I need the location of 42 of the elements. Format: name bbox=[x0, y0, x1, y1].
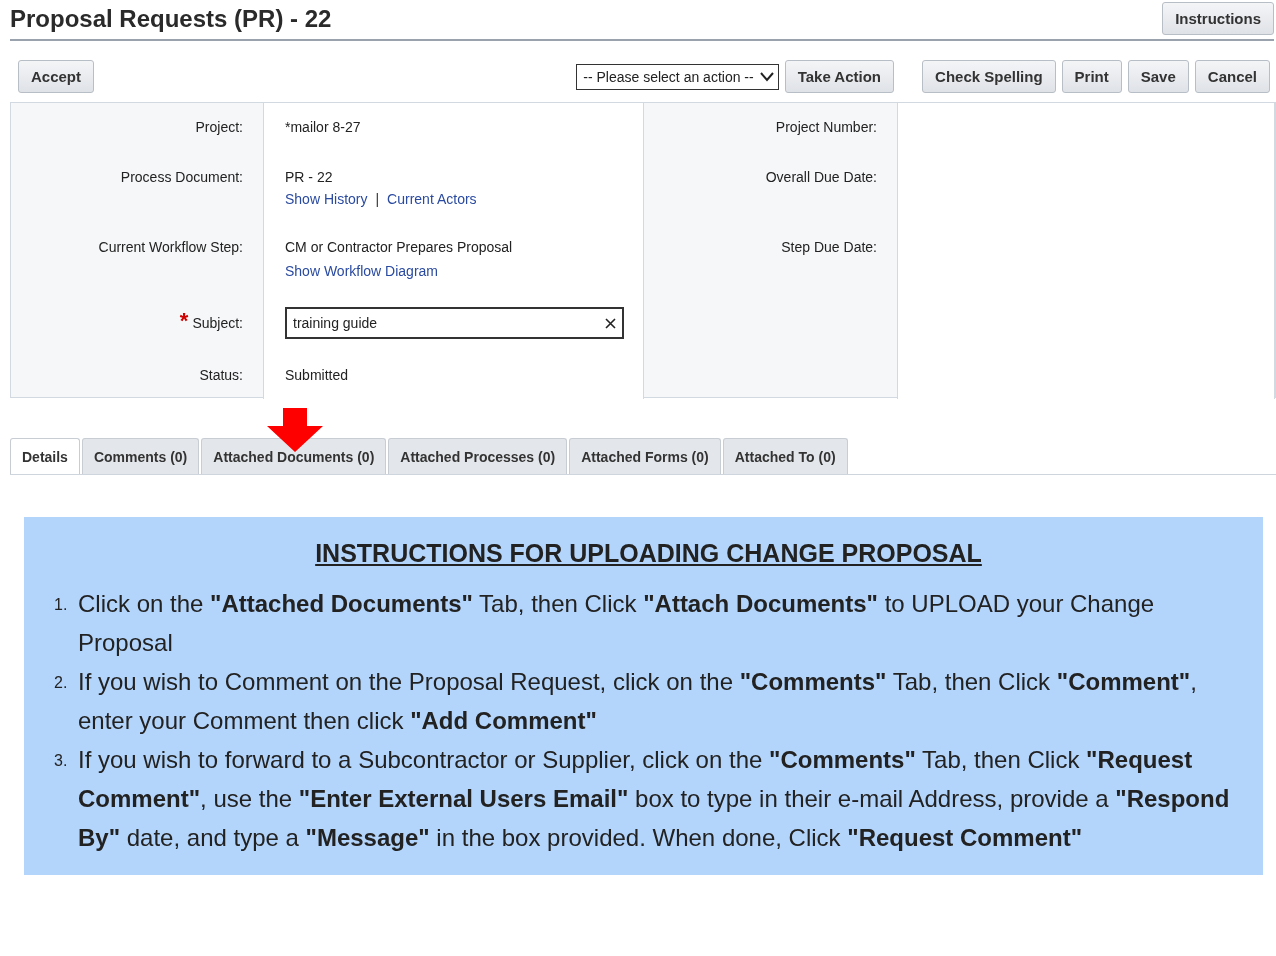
field-label: Subject: bbox=[192, 315, 243, 331]
instruction-text: Click on the "Attached Documents" Tab, then Click "Attach Documents" to UPLOAD your Change Proposal bbox=[78, 589, 1156, 658]
list-number: 3. bbox=[54, 751, 68, 771]
field-value: *mailor 8-27 bbox=[285, 119, 361, 135]
field-label: Status: bbox=[199, 367, 243, 383]
instructions-button[interactable]: Instructions bbox=[1162, 2, 1274, 35]
instruction-text: If you wish to forward to a Subcontractor or Supplier, click on the "Comments" Tab, then Click "Request Comment", use the "Enter External Users Email" box to type in their e-mail Address, provide a "Respond By" date, and type a "Message" in the box provided. When done, Click "Request Comment" bbox=[78, 745, 1231, 853]
workflow-link[interactable]: Show Workflow Diagram bbox=[285, 263, 438, 279]
tab[interactable]: Attached Documents (0) bbox=[201, 438, 387, 474]
field-label: Project Number: bbox=[775, 119, 877, 135]
toolbar-button[interactable]: Check Spelling bbox=[922, 60, 1056, 93]
tab[interactable]: Attached Forms (0) bbox=[569, 438, 721, 474]
required-asterisk: * bbox=[179, 308, 189, 333]
field-label: Process Document: bbox=[120, 169, 243, 185]
take-action-button[interactable]: Take Action bbox=[784, 60, 895, 93]
list-number: 1. bbox=[54, 595, 68, 615]
tab[interactable]: Comments (0) bbox=[81, 438, 200, 474]
toolbar-button[interactable]: Cancel bbox=[1194, 60, 1270, 93]
page-title: Proposal Requests (PR) - 22 bbox=[10, 4, 332, 33]
tab[interactable]: Attached To (0) bbox=[722, 438, 848, 474]
chevron-icon bbox=[759, 71, 774, 82]
tab[interactable]: Attached Processes (0) bbox=[388, 438, 568, 474]
field-label: Current Workflow Step: bbox=[98, 239, 243, 255]
instructions-title: INSTRUCTIONS FOR UPLOADING CHANGE PROPOSAL bbox=[314, 539, 983, 568]
instruction-text: If you wish to Comment on the Proposal Request, click on the "Comments" Tab, then Click "Comment", enter your Comment then click "Add Comment" bbox=[78, 667, 1198, 736]
clear-icon[interactable] bbox=[605, 317, 616, 329]
field-value: CM or Contractor Prepares Proposal Show Workflow Diagram bbox=[285, 238, 514, 281]
toolbar-button[interactable]: Print bbox=[1061, 60, 1122, 93]
field-value: Submitted bbox=[285, 367, 349, 383]
document-link[interactable]: Current Actors bbox=[387, 191, 477, 207]
toolbar-button[interactable]: Accept bbox=[18, 60, 95, 93]
field-label: Project: bbox=[195, 119, 243, 135]
field-label: Overall Due Date: bbox=[765, 169, 877, 185]
link-separator: | bbox=[375, 191, 380, 207]
tab[interactable]: Details bbox=[10, 438, 80, 474]
document-link[interactable]: Show History bbox=[285, 191, 368, 207]
field-label: Step Due Date: bbox=[781, 239, 877, 255]
field-value: PR - 22 bbox=[285, 169, 333, 185]
subject-field[interactable]: training guide bbox=[285, 307, 624, 339]
action-select[interactable]: -- Please select an action -- bbox=[576, 63, 779, 90]
toolbar-button[interactable]: Save bbox=[1127, 60, 1189, 93]
list-number: 2. bbox=[54, 673, 68, 693]
